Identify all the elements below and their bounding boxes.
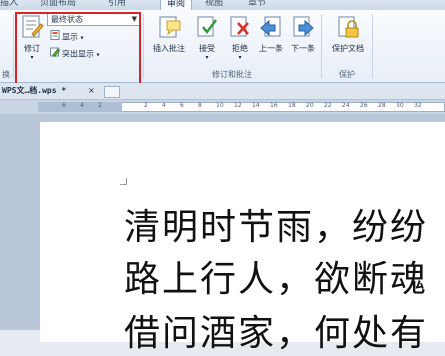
document-tab[interactable]: WPS文…档.wps * (2, 84, 66, 98)
ruler-number: 8 (198, 102, 202, 109)
ruler-number: 6 (62, 102, 66, 109)
accept-change-button[interactable]: 接受 ▾ (192, 14, 222, 68)
tab-references[interactable]: 引用 (108, 0, 126, 10)
document-page[interactable]: 清明时节雨，纷纷 路上行人，欲断魂 借问酒家，何处有 (40, 122, 445, 354)
next-change-button[interactable]: 下一条 (288, 14, 318, 68)
ruler-number: 16 (270, 102, 278, 109)
ruler-number: 4 (80, 102, 84, 109)
ruler-number: 26 (360, 102, 368, 109)
new-document-icon[interactable] (104, 86, 120, 98)
reject-label: 拒绝 (232, 44, 248, 53)
ruler-number: 2 (98, 102, 102, 109)
ruler-number: 4 (162, 102, 166, 109)
ruler-number: 20 (306, 102, 314, 109)
markup-status-dropdown[interactable]: 最终状态 ▼ (47, 13, 140, 26)
document-tab-bar: WPS文…档.wps * × (0, 83, 445, 100)
show-markup-icon (50, 30, 60, 44)
ruler-number: 30 (396, 102, 404, 109)
tab-insert[interactable]: 插入 (0, 0, 18, 10)
document-text-line[interactable]: 路上行人，欲断魂 (124, 250, 428, 302)
ruler-number: 2 (144, 102, 148, 109)
ruler-number: 10 (216, 102, 224, 109)
reject-icon (230, 16, 249, 37)
review-ribbon: 换 修订 ▾ 最终状态 ▼ 显示 ▾ 突出显示 ▾ 插入批注 接受 ▾ 拒绝 ▾… (0, 10, 445, 83)
ribbon-separator (13, 14, 14, 78)
highlight-changes-button[interactable]: 突出显示 ▾ (50, 47, 100, 60)
ruler-number: 24 (342, 102, 350, 109)
accept-dropdown-arrow-icon[interactable]: ▾ (192, 54, 222, 61)
track-changes-icon (22, 15, 44, 38)
insert-comment-button[interactable]: 插入批注 (150, 14, 188, 68)
close-icon[interactable]: × (88, 84, 95, 98)
track-changes-arrow-icon[interactable]: ▾ (15, 54, 49, 61)
insert-comment-label: 插入批注 (153, 44, 185, 53)
document-text-line[interactable]: 清明时节雨，纷纷 (124, 198, 428, 250)
accept-label: 接受 (199, 44, 215, 53)
ruler-number: 6 (180, 102, 184, 109)
show-markup-label: 显示 (62, 32, 78, 42)
highlight-dropdown-arrow-icon: ▾ (96, 51, 100, 59)
group-label-left: 换 (2, 70, 10, 79)
document-area: 清明时节雨，纷纷 路上行人，欲断魂 借问酒家，何处有 (0, 114, 445, 354)
reject-change-button[interactable]: 拒绝 ▾ (225, 14, 255, 68)
ruler-number: 12 (234, 102, 242, 109)
protect-document-button[interactable]: 保护文档 (328, 14, 368, 68)
document-text-line[interactable]: 借问酒家，何处有 (124, 304, 428, 356)
horizontal-ruler[interactable]: 6 4 2 2 4 6 8 10 12 14 16 18 20 22 24 26 28 30 32 (0, 100, 445, 114)
ruler-number: 22 (324, 102, 332, 109)
previous-change-button[interactable]: 上一条 (256, 14, 286, 68)
previous-icon (260, 16, 281, 37)
markup-status-value: 最终状态 (51, 15, 83, 24)
show-dropdown-arrow-icon: ▾ (80, 34, 84, 42)
reject-dropdown-arrow-icon[interactable]: ▾ (225, 54, 255, 61)
ruler-number: 32 (414, 102, 422, 109)
ruler-number: 14 (252, 102, 260, 109)
chevron-down-icon: ▼ (131, 15, 137, 23)
group-label-protect: 保护 (339, 70, 355, 79)
group-label-revisions-comments: 修订和批注 (212, 70, 252, 79)
tab-view[interactable]: 视图 (205, 0, 223, 10)
track-changes-button[interactable]: 修订 ▾ (15, 14, 49, 68)
highlight-changes-label: 突出显示 (62, 49, 94, 59)
insert-comment-icon (159, 16, 181, 38)
track-changes-label: 修订 (24, 44, 40, 53)
tab-sections[interactable]: 章节 (248, 0, 266, 10)
tab-page-layout[interactable]: 页面布局 (40, 0, 76, 10)
highlight-changes-icon (50, 47, 61, 61)
show-markup-button[interactable]: 显示 ▾ (50, 30, 84, 43)
ribbon-separator (372, 14, 373, 78)
accept-icon (197, 16, 217, 37)
margin-corner-mark (120, 178, 127, 185)
ruler-number: 28 (378, 102, 386, 109)
previous-label: 上一条 (259, 44, 283, 53)
lock-icon (338, 16, 359, 38)
ruler-number: 18 (288, 102, 296, 109)
protect-document-label: 保护文档 (332, 44, 364, 53)
next-label: 下一条 (291, 44, 315, 53)
next-icon (293, 16, 314, 37)
